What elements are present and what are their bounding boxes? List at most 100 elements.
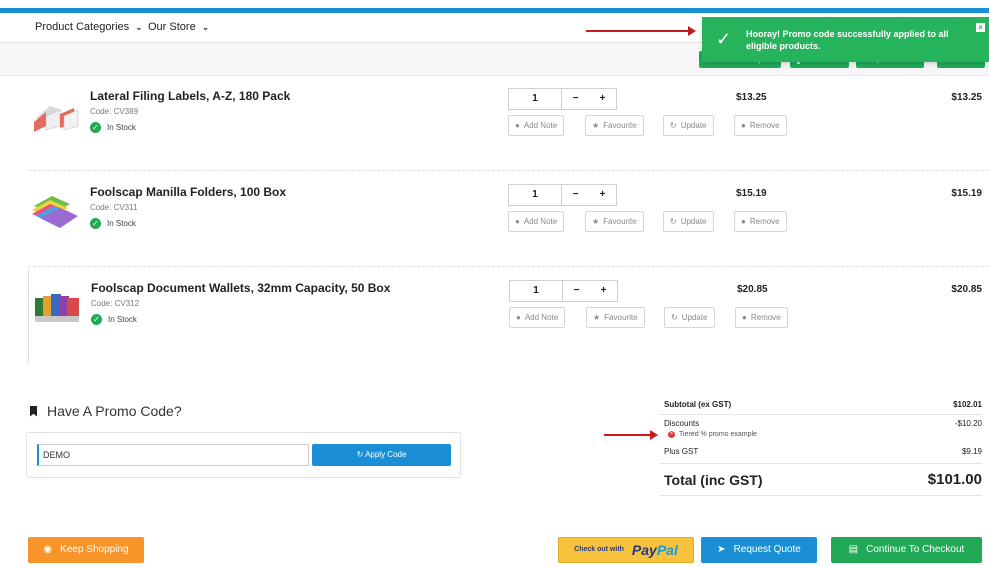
quantity-plus-button[interactable]: + (589, 89, 616, 109)
stock-label: In Stock (108, 315, 137, 324)
add-note-label: Add Note (523, 217, 558, 226)
remove-button[interactable]: ● Remove (734, 211, 787, 232)
line-total: $15.19 (951, 188, 982, 199)
remove-button[interactable]: ● Remove (734, 115, 787, 136)
quantity-value[interactable]: 1 (509, 89, 562, 109)
apply-code-button[interactable]: ↻ Apply Code (312, 444, 451, 466)
remove-button[interactable]: ● Remove (735, 307, 788, 328)
gst-label: Plus GST (664, 447, 699, 456)
paypal-checkout-button[interactable]: Check out with PayPal (558, 537, 694, 563)
nav-product-categories[interactable]: Product Categories ⌄ (35, 21, 143, 33)
quantity-stepper[interactable]: 1 − + (508, 184, 617, 206)
stock-status: ✓ In Stock (91, 314, 137, 325)
arrow-circle-icon: ◉ (43, 544, 53, 555)
product-thumbnail (34, 106, 79, 132)
chevron-down-icon: ⌄ (135, 21, 143, 32)
remove-label: Remove (750, 313, 781, 322)
quantity-minus-button[interactable]: − (562, 89, 589, 109)
refresh-icon: ↻ (356, 450, 364, 459)
discount-detail: × Tiered % promo example (668, 431, 757, 438)
unit-price: $13.25 (736, 92, 767, 103)
discount-detail-label: Tiered % promo example (679, 431, 757, 438)
product-name[interactable]: Foolscap Document Wallets, 32mm Capacity… (91, 281, 390, 295)
keep-shopping-button[interactable]: ◉ Keep Shopping (28, 537, 144, 563)
product-name[interactable]: Lateral Filing Labels, A-Z, 180 Pack (90, 89, 290, 103)
subtotal-value: $102.01 (953, 400, 982, 409)
cart-row: Foolscap Document Wallets, 32mm Capacity… (28, 268, 989, 363)
product-name[interactable]: Foolscap Manilla Folders, 100 Box (90, 185, 286, 199)
continue-to-checkout-button[interactable]: ▤ Continue To Checkout (831, 537, 982, 563)
quantity-minus-button[interactable]: − (562, 185, 589, 205)
star-icon: ★ (592, 217, 600, 226)
favourite-button[interactable]: ★ Favourite (585, 115, 644, 136)
apply-code-label: Apply Code (365, 450, 407, 459)
product-code: Code: CV311 (90, 203, 138, 212)
add-note-button[interactable]: ● Add Note (509, 307, 566, 328)
keep-shopping-label: Keep Shopping (60, 544, 129, 555)
request-quote-button[interactable]: ➤ Request Quote (701, 537, 817, 563)
remove-label: Remove (749, 217, 780, 226)
quantity-value[interactable]: 1 (510, 281, 563, 301)
promo-title: Have A Promo Code? (47, 403, 182, 419)
close-icon[interactable]: × (976, 23, 985, 32)
check-circle-icon: ✓ (90, 218, 101, 229)
annotation-arrow (604, 430, 658, 440)
star-icon: ★ (592, 121, 600, 130)
check-circle-icon: ✓ (91, 314, 102, 325)
refresh-icon: ↻ (670, 217, 677, 226)
favourite-label: Favourite (604, 313, 638, 322)
nav-our-store-label: Our Store (148, 21, 196, 33)
line-total: $20.85 (951, 284, 982, 295)
quantity-stepper[interactable]: 1 − + (508, 88, 617, 110)
stock-label: In Stock (107, 123, 136, 132)
remove-circle-icon: ● (742, 313, 747, 322)
summary-divider (660, 463, 982, 464)
refresh-icon: ↻ (670, 121, 677, 130)
update-label: Update (680, 217, 707, 226)
add-note-label: Add Note (524, 313, 559, 322)
add-note-button[interactable]: ● Add Note (508, 211, 565, 232)
promo-code-input[interactable] (37, 444, 309, 466)
add-note-label: Add Note (523, 121, 558, 130)
total-label: Total (inc GST) (664, 472, 763, 488)
total-value: $101.00 (927, 471, 982, 488)
quantity-stepper[interactable]: 1 − + (509, 280, 618, 302)
check-icon: ✓ (716, 29, 732, 49)
favourite-label: Favourite (603, 217, 637, 226)
update-label: Update (681, 313, 708, 322)
quantity-plus-button[interactable]: + (590, 281, 617, 301)
bookmark-icon (30, 405, 37, 417)
check-circle-icon: ✓ (90, 122, 101, 133)
paypal-logo: PayPal (632, 537, 678, 563)
request-quote-label: Request Quote (733, 544, 801, 555)
nav-our-store[interactable]: Our Store ⌄ (148, 21, 209, 33)
annotation-arrow (586, 26, 696, 36)
star-icon: ★ (593, 313, 601, 322)
update-button[interactable]: ↻ Update (664, 307, 715, 328)
product-thumbnail (32, 196, 78, 228)
favourite-button[interactable]: ★ Favourite (585, 211, 644, 232)
discounts-value: -$10.20 (954, 419, 982, 428)
plus-circle-icon: ● (515, 217, 520, 226)
cart-row: Foolscap Manilla Folders, 100 Box Code: … (28, 172, 989, 267)
update-label: Update (680, 121, 707, 130)
product-thumbnail (35, 294, 79, 322)
quantity-value[interactable]: 1 (509, 185, 562, 205)
summary-divider (660, 495, 982, 496)
plus-circle-icon: ● (515, 121, 520, 130)
paypal-logo-part-1: Pay (631, 542, 657, 558)
stock-status: ✓ In Stock (90, 122, 136, 133)
subtotal-label: Subtotal (ex GST) (664, 400, 732, 409)
favourite-button[interactable]: ★ Favourite (586, 307, 645, 328)
quantity-minus-button[interactable]: − (563, 281, 590, 301)
update-button[interactable]: ↻ Update (663, 211, 714, 232)
close-circle-icon[interactable]: × (668, 431, 675, 438)
stock-label: In Stock (107, 219, 136, 228)
favourite-label: Favourite (603, 121, 637, 130)
update-button[interactable]: ↻ Update (663, 115, 714, 136)
add-note-button[interactable]: ● Add Note (508, 115, 565, 136)
plus-circle-icon: ● (516, 313, 521, 322)
cart-row: Lateral Filing Labels, A-Z, 180 Pack Cod… (28, 76, 989, 171)
paypal-logo-part-2: Pal (656, 542, 678, 558)
quantity-plus-button[interactable]: + (589, 185, 616, 205)
